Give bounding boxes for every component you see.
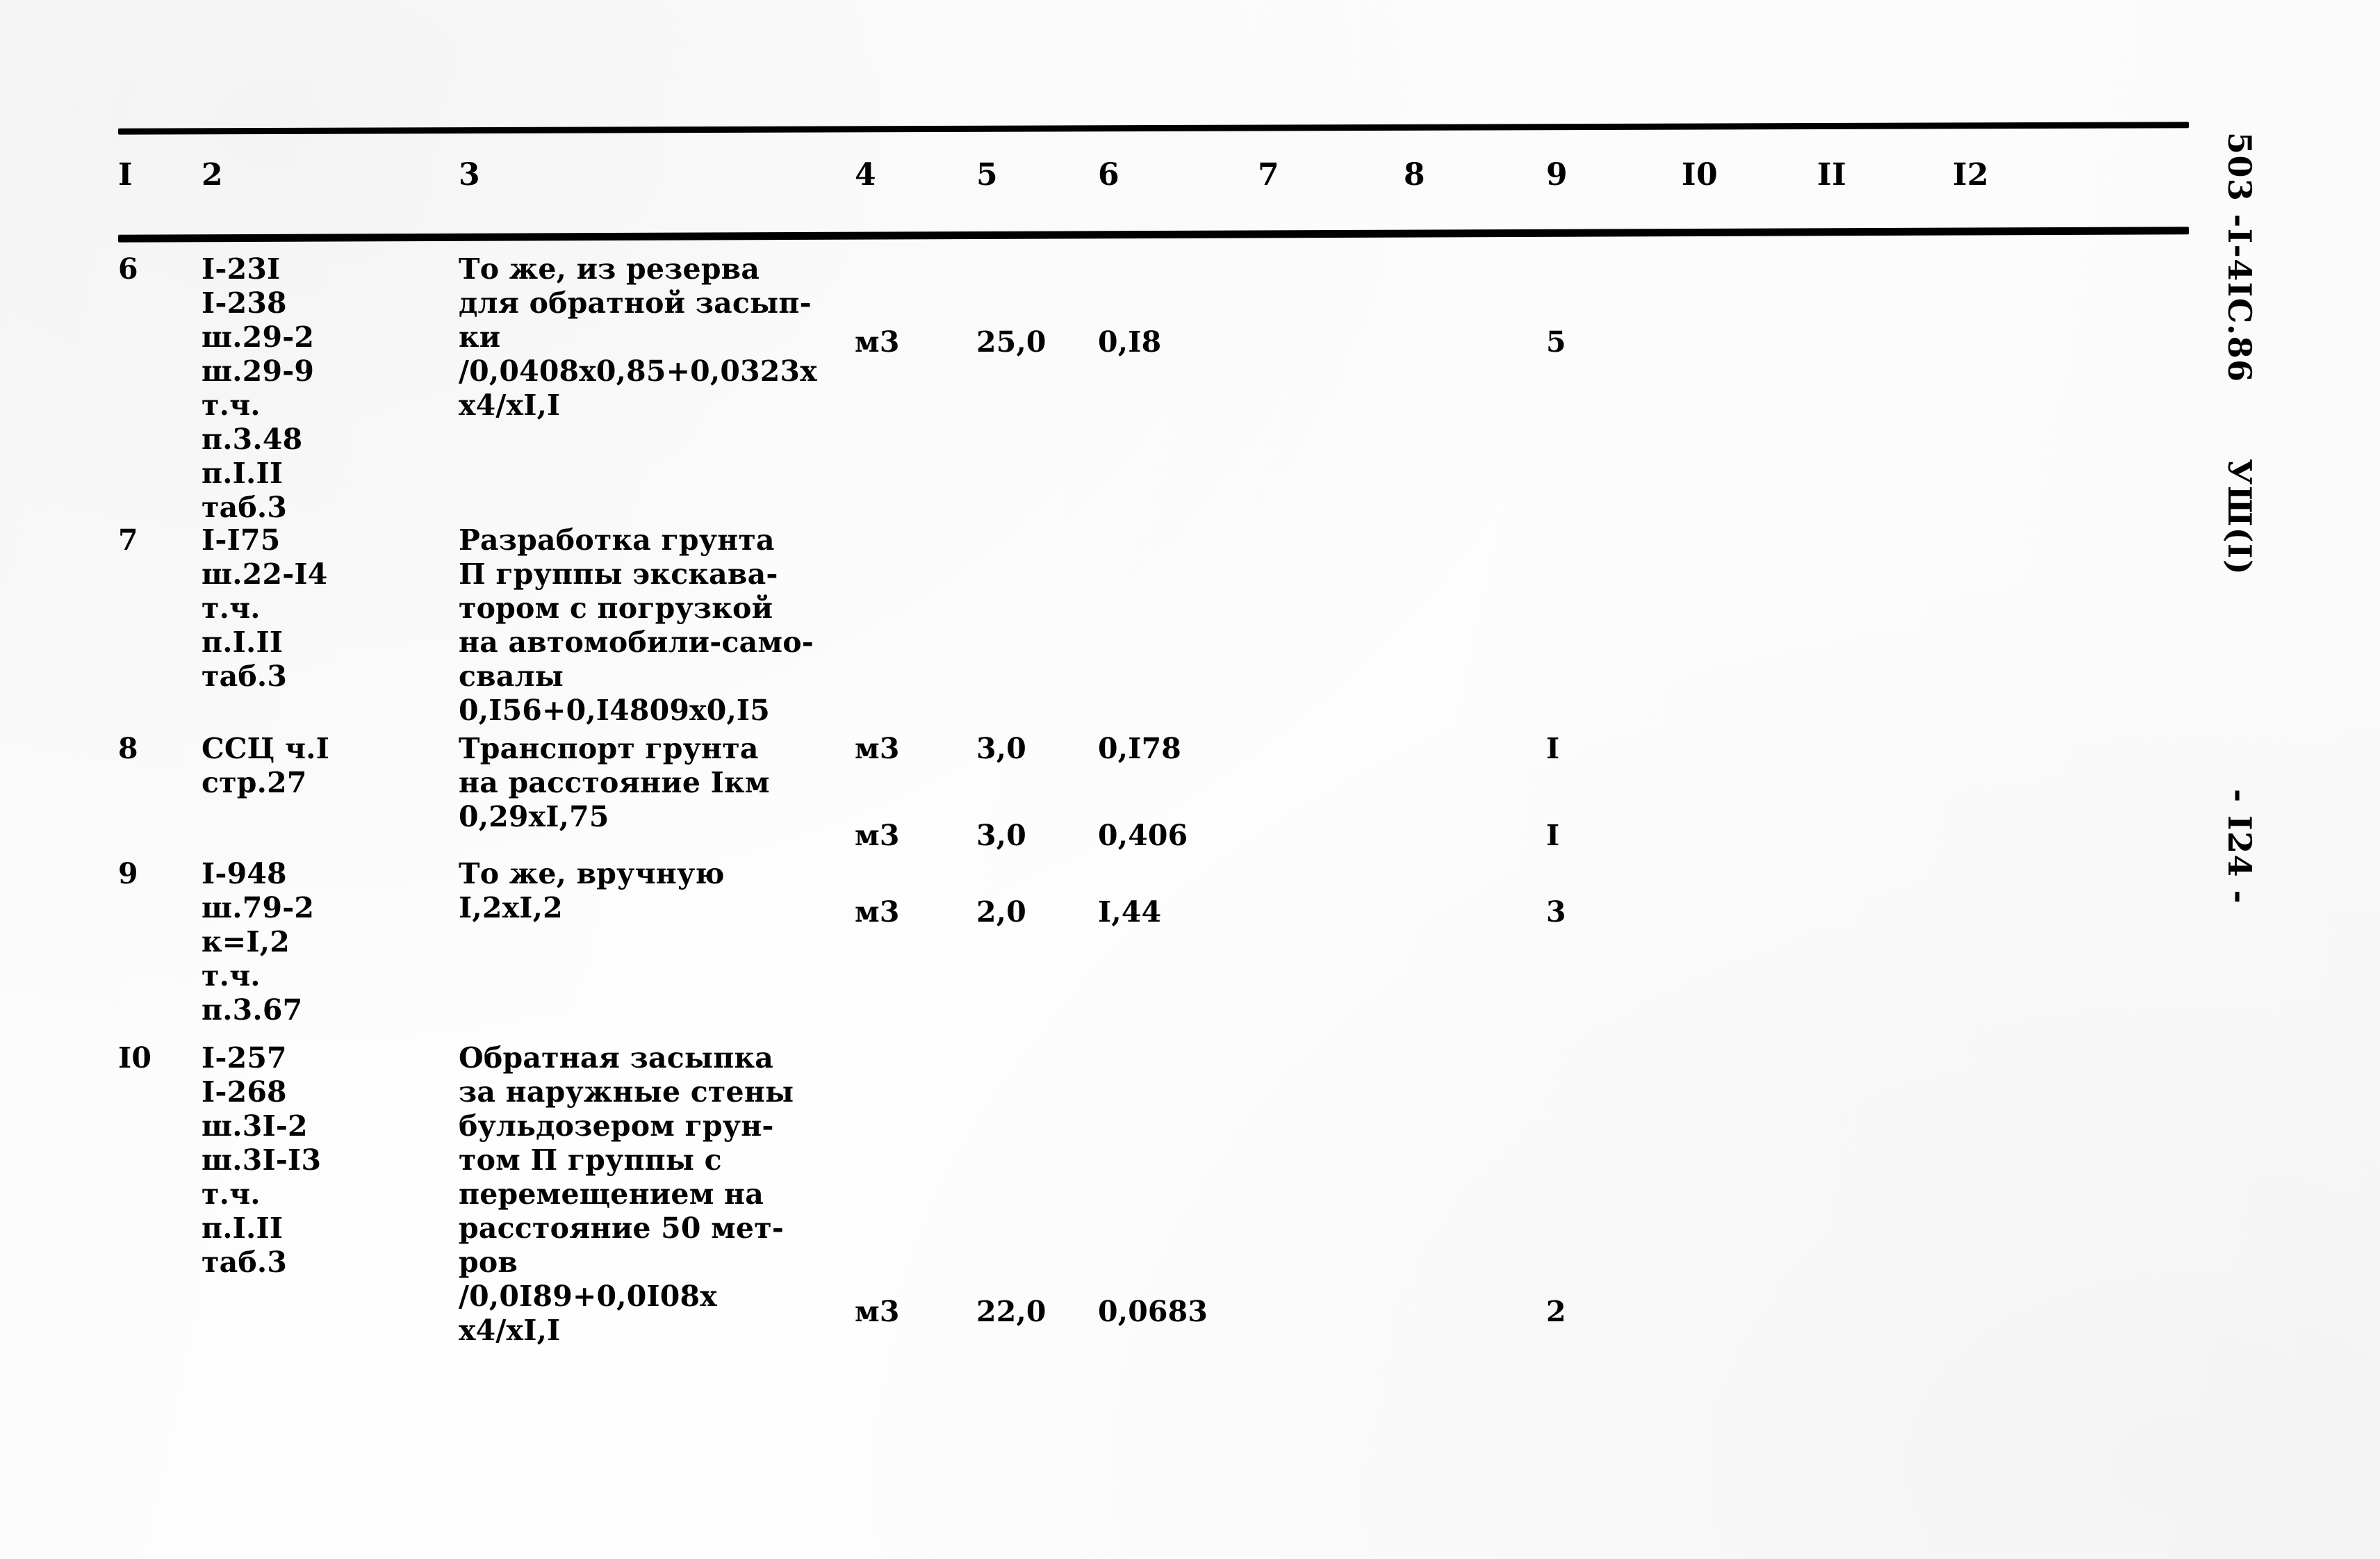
cost-estimate-table: I 2 3 4 5 6 7 8 9 I0 II I2 6 I-23I I-238 ш.29-2 ш.29-9 т… [117, 122, 2190, 1446]
row-code-line: I-268 [202, 1075, 287, 1109]
row-description-line: за наружные стены [459, 1075, 794, 1109]
row-value-col9: 5 [1546, 325, 1566, 359]
row-code-line: I-238 [202, 286, 287, 320]
row-code-line: т.ч. [202, 389, 261, 422]
table-top-rule [117, 122, 2190, 135]
row-description-line: тором с погрузкой [459, 591, 773, 625]
row-value-col6: I,44 [1098, 895, 1162, 929]
row-number: 8 [118, 732, 138, 765]
row-number: 6 [118, 252, 138, 286]
row-code-line: таб.3 [202, 1246, 288, 1279]
row-code-line: т.ч. [202, 1177, 261, 1211]
column-header-10: I0 [1682, 157, 1718, 193]
row-code-line: I-I75 [202, 523, 281, 557]
column-header-1: I [118, 157, 133, 193]
row-value-col5: 22,0 [976, 1295, 1047, 1328]
margin-document-code: 503 -I-4IC.86 [2221, 132, 2258, 383]
row-unit: м3 [855, 819, 900, 852]
row-code-line: I-948 [202, 857, 287, 890]
row-code-line: стр.27 [202, 766, 307, 799]
column-header-2: 2 [202, 157, 224, 193]
column-header-8: 8 [1404, 157, 1426, 193]
row-description-line: 0,I56+0,I4809х0,I5 [459, 694, 771, 727]
column-header-11: II [1817, 157, 1847, 193]
row-value-col5: 25,0 [976, 325, 1047, 359]
row-description-line: на автомобили-само- [459, 626, 814, 659]
row-unit: м3 [855, 325, 900, 359]
column-header-7: 7 [1258, 157, 1280, 193]
table-row: 7 I-I75 ш.22-I4 т.ч. п.I.II таб.3 Разработка г… [118, 523, 2189, 765]
table-column-header-row: I 2 3 4 5 6 7 8 9 I0 II I2 [118, 156, 2189, 211]
row-description-line: перемещением на [459, 1177, 764, 1211]
row-code-line: ш.22-I4 [202, 557, 328, 591]
column-header-9: 9 [1546, 157, 1568, 193]
row-description-line: П группы экскава- [459, 557, 778, 591]
row-code-line: ш.3I-2 [202, 1109, 308, 1143]
row-code-line: ш.29-2 [202, 320, 315, 354]
row-value-col9: 3 [1546, 895, 1566, 929]
row-value-col6: 0,I8 [1098, 325, 1162, 359]
row-code-line: таб.3 [202, 491, 288, 524]
row-code-line: ш.3I-I3 [202, 1143, 322, 1177]
row-description-line: для обратной засып- [459, 286, 812, 320]
row-value-col5: 2,0 [976, 895, 1026, 929]
row-code-line: ш.29-9 [202, 354, 315, 388]
row-description-line: Транспорт грунта [459, 732, 759, 765]
row-code-line: п.I.II [202, 626, 284, 659]
table-row: 8 ССЦ ч.I стр.27 Транспорт грунта на расстоя… [118, 732, 2189, 852]
row-value-col6: 0,0683 [1098, 1295, 1208, 1328]
row-code-line: п.3.48 [202, 423, 303, 456]
row-number: 7 [118, 523, 138, 557]
row-description-line: х4/хI,I [459, 389, 561, 422]
row-description-line: Обратная засыпка [459, 1041, 774, 1075]
row-description-line: том П группы с [459, 1143, 722, 1177]
row-description-line: То же, вручную [459, 857, 725, 890]
row-code-line: таб.3 [202, 660, 288, 693]
table-row: I0 I-257 I-268 ш.3I-2 ш.3I-I3 т.ч. п.I.II таб.3… [118, 1041, 2189, 1347]
table-row: 9 I-948 ш.79-2 к=I,2 т.ч. п.3.67 То же, вручну… [118, 857, 2189, 1027]
row-value-col9: 2 [1546, 1295, 1566, 1328]
column-header-6: 6 [1098, 157, 1120, 193]
scanned-page: 503 -I-4IC.86 УШ(I) - I24 - I 2 3 4 5 6 7 8 9 I0 I… [0, 0, 2380, 1559]
table-header-rule [117, 227, 2190, 243]
table-row: 6 I-23I I-238 ш.29-2 ш.29-9 т.ч. п.3.48 п.I.II т… [118, 252, 2189, 524]
row-code-line: т.ч. [202, 959, 261, 993]
row-description-line: на расстояние Iкм [459, 766, 770, 799]
row-description-line: То же, из резерва [459, 252, 760, 286]
row-value-col5: 3,0 [976, 819, 1026, 852]
column-header-4: 4 [855, 157, 877, 193]
column-header-3: 3 [459, 157, 481, 193]
column-header-12: I2 [1953, 157, 1989, 193]
row-description-line: ров [459, 1246, 518, 1279]
row-number: I0 [118, 1041, 152, 1075]
row-value-col9: I [1546, 819, 1560, 852]
column-header-5: 5 [976, 157, 999, 193]
row-unit: м3 [855, 1295, 900, 1328]
row-code-line: ш.79-2 [202, 891, 315, 924]
row-description-line: расстояние 50 мет- [459, 1211, 785, 1245]
row-code-line: I-257 [202, 1041, 287, 1075]
row-code-line: п.I.II [202, 1211, 284, 1245]
row-unit: м3 [855, 895, 900, 929]
margin-page-number: - I24 - [2221, 789, 2258, 905]
row-description-line: Разработка грунта [459, 523, 775, 557]
row-code-line: п.3.67 [202, 993, 303, 1027]
row-value-col6: 0,406 [1098, 819, 1188, 852]
row-code-line: к=I,2 [202, 925, 290, 958]
row-description-line: /0,0408х0,85+0,0323х [459, 354, 817, 388]
row-code-line: т.ч. [202, 591, 261, 625]
margin-section-code: УШ(I) [2221, 459, 2258, 576]
row-description-line: бульдозером грун- [459, 1109, 774, 1143]
row-code-line: п.I.II [202, 457, 284, 490]
row-code-line: I-23I [202, 252, 281, 286]
row-number: 9 [118, 857, 138, 890]
row-code-line: ССЦ ч.I [202, 732, 330, 765]
row-description-line: свалы [459, 660, 564, 693]
